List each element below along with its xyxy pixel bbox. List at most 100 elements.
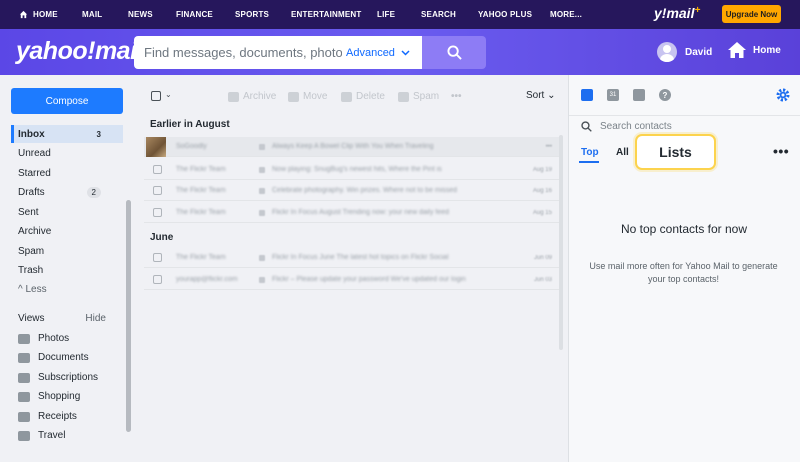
message-row[interactable]: The Flickr Team Flickr In Focus June The… <box>144 248 562 268</box>
message-row[interactable]: The Flickr Team Celebrate photography. W… <box>144 181 562 201</box>
nav-home[interactable]: HOME <box>19 10 58 19</box>
message-checkbox[interactable] <box>153 208 162 217</box>
search-input[interactable]: Find messages, documents, photos or peo| <box>134 45 342 60</box>
nav-yahoo-plus[interactable]: YAHOO PLUS <box>478 10 532 19</box>
message-type-icon <box>259 187 265 194</box>
folder-trash[interactable]: Trash <box>11 261 123 279</box>
message-sender: The Flickr Team <box>176 209 226 216</box>
calendar-icon[interactable]: 31 <box>607 89 619 101</box>
message-subject: Flickr In Focus June The latest hot topi… <box>272 254 449 261</box>
message-type-icon <box>259 166 265 173</box>
folder-drafts[interactable]: Drafts 2 <box>11 183 123 201</box>
compose-button[interactable]: Compose <box>11 88 123 114</box>
select-menu-chevron-icon[interactable]: ⌄ <box>165 90 172 99</box>
gear-icon[interactable] <box>775 87 791 103</box>
tab-top[interactable]: Top <box>581 147 599 158</box>
travel-icon <box>18 430 30 441</box>
ymail-plus-logo[interactable]: y!mail+ <box>654 5 700 21</box>
hide-views-button[interactable]: Hide <box>85 313 106 324</box>
spam-button[interactable]: Spam <box>398 91 439 102</box>
user-profile[interactable]: David <box>657 42 712 62</box>
message-checkbox[interactable] <box>153 186 162 195</box>
folder-archive[interactable]: Archive <box>11 222 123 240</box>
folder-unread[interactable]: Unread <box>11 144 123 162</box>
message-list-scrollbar[interactable] <box>559 135 563 350</box>
message-checkbox[interactable] <box>153 165 162 174</box>
view-documents[interactable]: Documents <box>18 352 89 363</box>
documents-icon <box>18 352 30 363</box>
panel-divider <box>569 115 800 116</box>
message-date: Aug 15 <box>532 209 552 216</box>
message-row[interactable]: The Flickr Team Now playing: SnugBug's n… <box>144 160 562 180</box>
message-type-icon <box>259 254 265 261</box>
search-button[interactable] <box>422 36 486 69</box>
nav-news[interactable]: NEWS <box>128 10 153 19</box>
view-receipts[interactable]: Receipts <box>18 411 77 422</box>
less-label: ^ Less <box>18 283 47 295</box>
search-bar[interactable]: Find messages, documents, photos or peo|… <box>134 36 422 69</box>
view-shopping[interactable]: Shopping <box>18 391 80 402</box>
message-checkbox[interactable] <box>153 253 162 262</box>
move-button[interactable]: Move <box>288 91 327 102</box>
advanced-label: Advanced <box>346 46 395 59</box>
view-photos[interactable]: Photos <box>18 333 69 344</box>
message-type-icon <box>259 143 265 150</box>
message-row[interactable]: yourapp@flickr.com Flickr – Please updat… <box>144 270 562 290</box>
folder-label: Starred <box>18 167 51 179</box>
delete-button[interactable]: Delete <box>341 91 385 102</box>
move-icon <box>288 91 299 102</box>
contacts-icon[interactable] <box>581 89 593 101</box>
contacts-search[interactable]: Search contacts <box>581 121 672 132</box>
nav-more[interactable]: MORE... <box>550 10 582 19</box>
nav-search[interactable]: SEARCH <box>421 10 456 19</box>
advanced-search-button[interactable]: Advanced <box>342 47 410 59</box>
folder-spam[interactable]: Spam <box>11 242 123 260</box>
more-actions-button[interactable]: ••• <box>451 91 462 102</box>
home-link[interactable]: Home <box>727 41 781 59</box>
nav-finance[interactable]: FINANCE <box>176 10 213 19</box>
message-checkbox[interactable] <box>153 275 162 284</box>
message-date: ••• <box>545 143 552 150</box>
help-icon[interactable]: ? <box>659 89 671 101</box>
nav-sports[interactable]: SPORTS <box>235 10 269 19</box>
view-travel[interactable]: Travel <box>18 430 65 441</box>
empty-contacts-title: No top contacts for now <box>620 222 748 236</box>
tab-all[interactable]: All <box>616 147 629 158</box>
select-all-checkbox[interactable] <box>151 91 161 101</box>
home-icon <box>728 42 746 58</box>
mail-header: yahoo!mail Find messages, documents, pho… <box>0 29 800 75</box>
folder-inbox[interactable]: Inbox 3 <box>11 125 123 143</box>
view-label: Travel <box>38 430 66 441</box>
tab-lists[interactable]: Lists <box>635 134 716 170</box>
drafts-count: 2 <box>86 186 101 198</box>
unread-count: 3 <box>96 129 101 139</box>
archive-label: Archive <box>243 91 277 102</box>
notepad-icon[interactable] <box>633 89 645 101</box>
message-date: Aug 16 <box>532 187 552 194</box>
nav-entertainment[interactable]: ENTERTAINMENT <box>291 10 361 19</box>
contacts-more-button[interactable]: ••• <box>773 143 789 159</box>
nav-life[interactable]: LIFE <box>377 10 395 19</box>
yahoo-mail-logo[interactable]: yahoo!mail <box>16 37 143 66</box>
sender-thumbnail <box>146 137 166 157</box>
sort-button[interactable]: Sort ⌄ <box>526 90 556 101</box>
message-list: ⌄ Archive Move Delete Spam ••• Sort ⌄ Ea… <box>134 75 568 462</box>
nav-mail[interactable]: MAIL <box>82 10 102 19</box>
sidebar-scrollbar[interactable] <box>126 200 131 432</box>
message-row[interactable]: SoGoodly Always Keep A Bowel Clip With Y… <box>144 137 562 157</box>
folder-label: Drafts <box>18 186 45 198</box>
message-sender: The Flickr Team <box>176 254 226 261</box>
folder-sent[interactable]: Sent <box>11 203 123 221</box>
shield-icon <box>398 91 409 102</box>
folder-starred[interactable]: Starred <box>11 164 123 182</box>
view-subscriptions[interactable]: Subscriptions <box>18 372 98 383</box>
view-label: Subscriptions <box>38 372 99 383</box>
contacts-search-input[interactable]: Search contacts <box>600 121 672 132</box>
archive-button[interactable]: Archive <box>228 91 276 102</box>
less-toggle[interactable]: ^ Less <box>11 280 123 298</box>
spam-label: Spam <box>413 91 440 102</box>
message-sender: The Flickr Team <box>176 187 226 194</box>
upgrade-now-button[interactable]: Upgrade Now <box>722 5 781 23</box>
message-row[interactable]: The Flickr Team Flickr In Focus August T… <box>144 203 562 223</box>
user-name: David <box>685 46 713 58</box>
